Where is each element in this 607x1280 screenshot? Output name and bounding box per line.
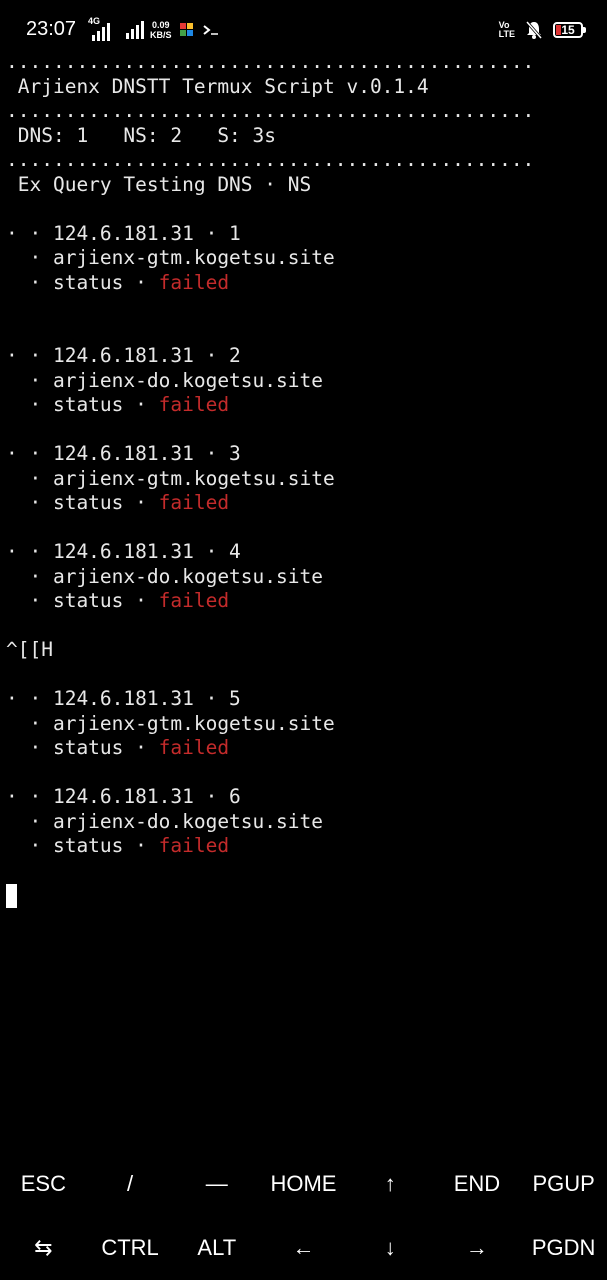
terminal-line: · arjienx-gtm.kogetsu.site	[6, 467, 606, 492]
terminal-line-text: · arjienx-gtm.kogetsu.site	[6, 711, 335, 735]
terminal-line: · status · failed	[6, 393, 606, 418]
terminal-line: · status · failed	[6, 271, 606, 296]
terminal-line-text: ........................................…	[6, 50, 535, 73]
extra-key-row2-1[interactable]: CTRL	[87, 1216, 174, 1280]
terminal-line-text: · arjienx-do.kogetsu.site	[6, 368, 323, 392]
terminal-line-text: · status ·	[6, 736, 159, 759]
extra-key-row2-5[interactable]: →	[434, 1216, 521, 1280]
terminal-line-text: · status ·	[6, 270, 159, 294]
terminal-line-text: Arjienx DNSTT Termux Script v.0.1.4	[6, 74, 429, 98]
extra-key-row1-2[interactable]: —	[173, 1152, 260, 1216]
status-failed-label: failed	[158, 393, 230, 416]
battery-fill	[556, 25, 561, 35]
terminal-line: · arjienx-do.kogetsu.site	[6, 810, 606, 835]
terminal-line-text: ........................................…	[6, 99, 535, 122]
terminal-line-text: · status ·	[6, 393, 159, 416]
volte-label-bottom: LTE	[498, 29, 515, 39]
terminal-line-text: · · 124.6.181.31 · 3	[6, 442, 241, 465]
clock: 23:07	[26, 18, 77, 40]
terminal-line: · status · failed	[6, 491, 606, 516]
network-speed: 0.09 KB/S	[150, 20, 172, 40]
terminal-line-text: · arjienx-gtm.kogetsu.site	[6, 466, 335, 490]
extra-key-row2-0[interactable]: ⇆	[0, 1216, 87, 1280]
terminal-line: Ex Query Testing DNS · NS	[6, 173, 606, 198]
terminal-line: · arjienx-gtm.kogetsu.site	[6, 246, 606, 271]
battery-level: 15	[561, 23, 575, 37]
terminal-output[interactable]: ........................................…	[6, 50, 606, 859]
signal-bars-icon	[126, 21, 144, 39]
terminal-line-text: · arjienx-do.kogetsu.site	[6, 809, 323, 833]
terminal-line: · status · failed	[6, 834, 606, 859]
terminal-prompt-icon	[202, 25, 218, 35]
status-failed-label: failed	[158, 491, 230, 514]
status-failed-label: failed	[158, 834, 230, 857]
terminal-line: ........................................…	[6, 99, 606, 124]
terminal-line: · · 124.6.181.31 · 2	[6, 344, 606, 369]
terminal-line-text: · arjienx-do.kogetsu.site	[6, 564, 323, 588]
volte-icon: Vo LTE	[499, 21, 515, 39]
extra-key-row2-3[interactable]: ←	[260, 1216, 347, 1280]
terminal-line-text: · · 124.6.181.31 · 5	[6, 687, 241, 710]
terminal-cursor	[6, 884, 17, 908]
bell-muted-icon	[525, 21, 543, 39]
terminal-line: ........................................…	[6, 148, 606, 173]
terminal-line: Arjienx DNSTT Termux Script v.0.1.4	[6, 75, 606, 100]
terminal-line: ^[[H	[6, 638, 606, 663]
terminal-line: · · 124.6.181.31 · 3	[6, 442, 606, 467]
status-icons-right: Vo LTE 15	[499, 16, 586, 44]
terminal-line-text: · arjienx-gtm.kogetsu.site	[6, 246, 335, 269]
terminal-line: · status · failed	[6, 736, 606, 761]
terminal-line: · · 124.6.181.31 · 4	[6, 540, 606, 565]
terminal-line-text: · · 124.6.181.31 · 6	[6, 785, 241, 808]
terminal-line: · arjienx-do.kogetsu.site	[6, 369, 606, 394]
extra-key-row2-6[interactable]: PGDN	[520, 1216, 607, 1280]
mobile-signal-icon: 4G	[88, 16, 114, 41]
terminal-line-text: DNS: 1 NS: 2 S: 3s	[6, 123, 277, 147]
terminal-line: · · 124.6.181.31 · 5	[6, 687, 606, 712]
network-speed-unit: KB/S	[150, 30, 172, 40]
terminal-line-text: · · 124.6.181.31 · 4	[6, 540, 241, 563]
app-notification-icon	[179, 23, 193, 36]
status-failed-label: failed	[158, 589, 230, 612]
terminal-line-text: ^[[H	[6, 638, 53, 661]
terminal-line: · arjienx-do.kogetsu.site	[6, 565, 606, 590]
terminal-line: · · 124.6.181.31 · 1	[6, 222, 606, 247]
status-icons-left: 4G 0.09 KB/S	[88, 16, 220, 44]
extra-key-row1-1[interactable]: /	[87, 1152, 174, 1216]
extra-key-row1-6[interactable]: PGUP	[520, 1152, 607, 1216]
extra-key-row1-3[interactable]: HOME	[260, 1152, 347, 1216]
terminal-line: · · 124.6.181.31 · 6	[6, 785, 606, 810]
terminal-line-text: · · 124.6.181.31 · 2	[6, 344, 241, 367]
terminal-line-text: Ex Query Testing DNS · NS	[6, 172, 312, 196]
terminal-line-text: · status ·	[6, 491, 159, 514]
terminal-line-text: · status ·	[6, 589, 159, 612]
extra-key-row1-4[interactable]: ↑	[347, 1152, 434, 1216]
terminal-line: · status · failed	[6, 589, 606, 614]
status-failed-label: failed	[158, 736, 230, 759]
extra-key-row2-2[interactable]: ALT	[173, 1216, 260, 1280]
extra-keys-bar: ESC / — HOME ↑ END PGUP ⇆ CTRL ALT ← ↓ → PGDN	[0, 1152, 607, 1280]
battery-icon: 15	[553, 22, 586, 38]
extra-key-row1-0[interactable]: ESC	[0, 1152, 87, 1216]
extra-key-row1-5[interactable]: END	[434, 1152, 521, 1216]
terminal-line: · arjienx-gtm.kogetsu.site	[6, 712, 606, 737]
terminal-line-text: · · 124.6.181.31 · 1	[6, 221, 241, 245]
terminal-line-text: · status ·	[6, 834, 159, 857]
extra-key-row2-4[interactable]: ↓	[347, 1216, 434, 1280]
network-speed-value: 0.09	[151, 20, 170, 30]
terminal-line-text: ........................................…	[6, 148, 535, 171]
status-failed-label: failed	[158, 270, 230, 294]
terminal-line: ........................................…	[6, 50, 606, 75]
terminal-line: DNS: 1 NS: 2 S: 3s	[6, 124, 606, 149]
status-bar: 23:07 4G 0.09 KB/S Vo LTE 15	[0, 0, 607, 56]
